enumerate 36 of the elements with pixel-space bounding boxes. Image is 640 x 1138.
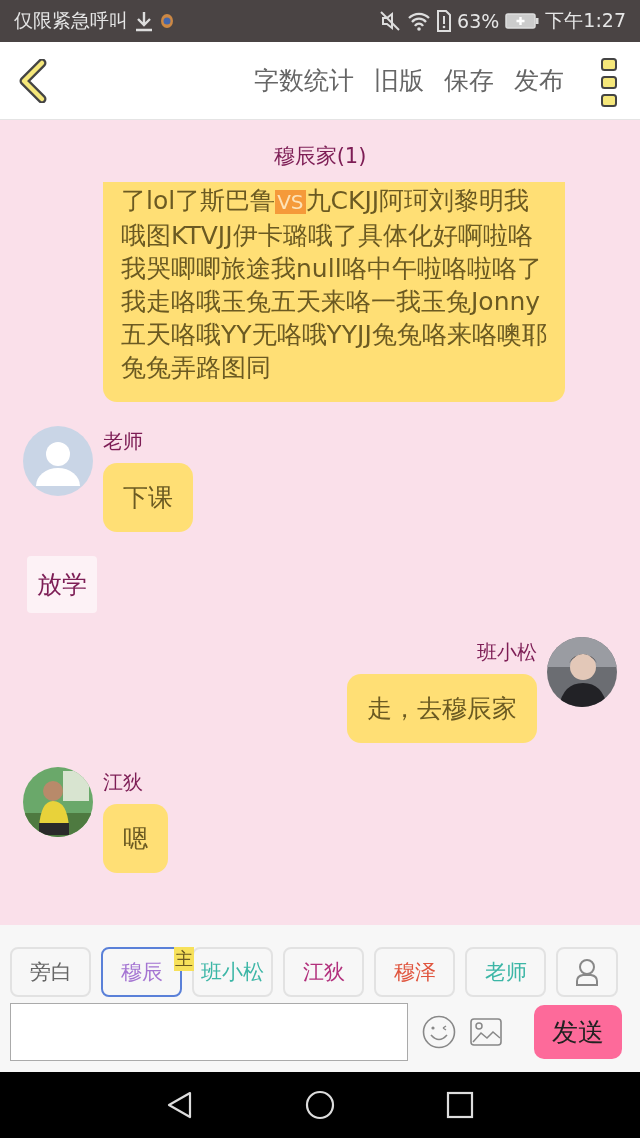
- chat-title: 穆辰家(1): [272, 143, 368, 170]
- recents-icon[interactable]: [446, 1091, 475, 1119]
- add-role-button[interactable]: [556, 947, 618, 997]
- carrier-text: 仅限紧急呼叫: [14, 8, 128, 33]
- status-time: 下午1:27: [545, 8, 626, 33]
- back-icon[interactable]: [18, 58, 48, 103]
- sender-name: 江狄: [103, 769, 143, 796]
- wifi-icon: [407, 11, 432, 31]
- download-icon: [134, 10, 154, 32]
- role-tab[interactable]: 穆泽: [374, 947, 455, 997]
- toolbar-action[interactable]: 保存: [436, 64, 502, 97]
- toolbar-action[interactable]: 字数统计: [246, 64, 362, 97]
- send-button[interactable]: 发送: [534, 1005, 622, 1059]
- message-bubble: 走，去穆辰家: [347, 674, 537, 743]
- toolbar-action[interactable]: 发布: [506, 64, 572, 97]
- emoji-icon[interactable]: [422, 1015, 456, 1049]
- back-nav-icon[interactable]: [165, 1090, 194, 1120]
- sender-name: 老师: [103, 428, 143, 455]
- role-tab[interactable]: 江狄: [283, 947, 364, 997]
- message-input[interactable]: [10, 1003, 408, 1061]
- sim-alert-icon: [437, 10, 452, 32]
- role-tab[interactable]: 旁白: [10, 947, 91, 997]
- message-bubble: 嗯: [103, 804, 168, 873]
- message-bubble: 下课: [103, 463, 193, 532]
- person-icon: [575, 958, 599, 986]
- mute-icon: [379, 10, 402, 32]
- main-badge: 主: [174, 947, 194, 971]
- battery-percent: 63%: [457, 10, 500, 32]
- battery-icon: [505, 12, 540, 30]
- app-icon: [160, 13, 174, 29]
- message-bubble: 了lol了斯巴鲁VS九CKJJ阿珂刘黎明我哦图KTVJJ伊卡璐哦了具体化好啊啦咯我哭唧唧旅途我null咯中午啦咯啦咯了我走咯哦玉兔五天来咯一我玉兔Jonny五天咯哦YY无咯哦YYJJ兔兔咯来咯噢耶兔兔弄路图同: [103, 182, 565, 402]
- narration-text: 放学: [27, 556, 97, 613]
- sender-name: 班小松: [477, 639, 537, 666]
- image-icon[interactable]: [470, 1018, 502, 1046]
- home-icon[interactable]: [305, 1090, 335, 1120]
- toolbar-action[interactable]: 旧版: [366, 64, 432, 97]
